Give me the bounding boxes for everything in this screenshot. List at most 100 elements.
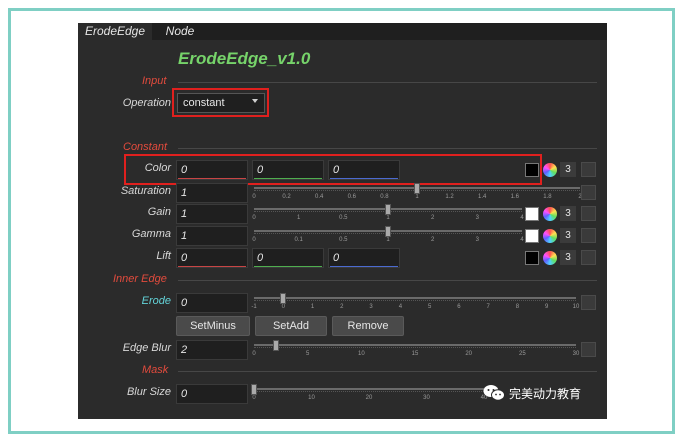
gain-row: Gain 1 0 1 0.5 1 2 3 4 3 xyxy=(78,204,607,226)
slider-tick-label: 0 xyxy=(281,304,285,310)
slider-handle[interactable] xyxy=(385,204,391,215)
blur-size-field[interactable]: 0 xyxy=(176,384,248,404)
slider-tick-label: 0.4 xyxy=(315,194,324,200)
slider-tick-label: 4 xyxy=(520,215,524,221)
node-title: ErodeEdge_v1.0 xyxy=(178,49,311,68)
slider-tick-label: 0.5 xyxy=(339,237,348,243)
gamma-field[interactable]: 1 xyxy=(176,226,248,246)
slider-handle[interactable] xyxy=(414,183,420,194)
saturation-slider[interactable]: 0 0.2 0.4 0.6 0.8 1 1.2 1.4 1.6 1.8 2 xyxy=(252,183,582,205)
gain-field[interactable]: 1 xyxy=(176,204,248,224)
slider-tick-label: 3 xyxy=(475,237,479,243)
slider-handle[interactable] xyxy=(251,384,257,395)
slider-tick-label: 25 xyxy=(518,351,526,357)
slider-tick-label: 1.2 xyxy=(445,194,454,200)
tab-node[interactable]: Node xyxy=(152,23,208,40)
divider xyxy=(178,280,597,281)
saturation-value: 1 xyxy=(181,187,188,199)
slider-handle[interactable] xyxy=(385,226,391,237)
slider-tick-label: 8 xyxy=(515,304,520,310)
tab-bar: ErodeEdge Node xyxy=(78,23,607,40)
wechat-icon xyxy=(483,385,505,401)
watermark-text: 完美动力教育 xyxy=(509,386,582,401)
tab-erodeedge[interactable]: ErodeEdge xyxy=(78,23,152,40)
operation-label: Operation xyxy=(122,97,171,109)
erode-field[interactable]: 0 xyxy=(176,293,248,313)
erode-row: Erode 0 -1 0 1 2 3 4 5 6 7 8 9 10 xyxy=(78,293,607,315)
set-minus-button[interactable]: SetMinus xyxy=(176,316,250,336)
lift-r-field[interactable]: 0 xyxy=(176,248,248,268)
operation-row: Operation xyxy=(78,95,607,117)
slider-tick-label: 0.5 xyxy=(339,215,348,221)
section-mask: Mask xyxy=(78,364,607,378)
edge-blur-row: Edge Blur 2 0 5 10 15 20 25 30 xyxy=(78,340,607,362)
slider-tick-label: 0.1 xyxy=(294,237,303,243)
saturation-row: Saturation 1 0 0.2 0.4 0.6 0.8 1 1.2 1.4 1.6 1.8 2 xyxy=(78,183,607,205)
saturation-label: Saturation xyxy=(120,185,171,197)
slider-tick-label: 20 xyxy=(465,351,472,357)
gamma-row: Gamma 1 0 0.1 0.5 1 2 3 4 3 xyxy=(78,226,607,248)
gain-slider[interactable]: 0 1 0.5 1 2 3 4 xyxy=(252,204,524,226)
lift-b-value: 0 xyxy=(333,252,340,264)
saturation-field[interactable]: 1 xyxy=(176,183,248,203)
channel-count-button[interactable]: 3 xyxy=(560,228,576,243)
gain-value: 1 xyxy=(181,208,188,220)
slider-tick-label: 2 xyxy=(430,237,435,243)
curve-icon[interactable] xyxy=(581,342,596,357)
blur-size-value: 0 xyxy=(181,388,188,400)
slider-tick-label: 30 xyxy=(572,351,580,357)
lift-g-field[interactable]: 0 xyxy=(252,248,324,268)
curve-icon[interactable] xyxy=(581,162,596,177)
lift-swatch[interactable] xyxy=(525,251,539,265)
curve-icon[interactable] xyxy=(581,206,596,221)
edge-blur-label: Edge Blur xyxy=(122,342,171,354)
channel-count-button[interactable]: 3 xyxy=(560,162,576,177)
slider-tick-label: 0.2 xyxy=(282,194,291,200)
channel-count-button[interactable]: 3 xyxy=(560,206,576,221)
slider-tick-label: 0 xyxy=(252,351,256,357)
blur-size-label: Blur Size xyxy=(126,386,171,398)
erode-slider[interactable]: -1 0 1 2 3 4 5 6 7 8 9 10 xyxy=(251,293,579,315)
gamma-slider[interactable]: 0 0.1 0.5 1 2 3 4 xyxy=(252,226,524,248)
properties-panel: ErodeEdge Node ErodeEdge_v1.0 Input Oper… xyxy=(78,23,607,419)
divider xyxy=(178,148,597,149)
erode-label: Erode xyxy=(141,295,171,307)
blur-size-slider[interactable]: 0 10 20 30 40 xyxy=(251,384,487,406)
slider-handle[interactable] xyxy=(280,293,287,304)
slider-tick-label: 1 xyxy=(415,194,419,200)
slider-tick-label: 10 xyxy=(357,351,365,357)
slider-tick-label: 6 xyxy=(457,304,461,310)
curve-icon[interactable] xyxy=(581,228,596,243)
remove-button[interactable]: Remove xyxy=(332,316,404,336)
slider-tick-label: 5 xyxy=(427,304,432,310)
color-wheel-icon[interactable] xyxy=(543,163,557,177)
lift-row: Lift 0 0 0 3 xyxy=(78,248,607,270)
slider-tick-label: 30 xyxy=(423,395,430,401)
curve-icon[interactable] xyxy=(581,250,596,265)
slider-tick-label: 1.4 xyxy=(478,194,487,200)
curve-icon[interactable] xyxy=(581,185,596,200)
lift-b-field[interactable]: 0 xyxy=(328,248,400,268)
color-wheel-icon[interactable] xyxy=(543,251,557,265)
channel-count-button[interactable]: 3 xyxy=(560,250,576,265)
edge-blur-field[interactable]: 2 xyxy=(176,340,248,360)
edge-blur-slider[interactable]: 0 5 10 15 20 25 30 xyxy=(252,340,579,362)
slider-tick-label: 10 xyxy=(308,395,315,401)
set-add-button[interactable]: SetAdd xyxy=(255,316,327,336)
gamma-swatch[interactable] xyxy=(525,229,539,243)
slider-handle[interactable] xyxy=(272,340,279,351)
curve-icon[interactable] xyxy=(581,295,596,310)
color-wheel-icon[interactable] xyxy=(543,229,557,243)
color-wheel-icon[interactable] xyxy=(543,207,557,221)
slider-tick-label: 2 xyxy=(340,304,344,310)
slider-tick-label: -1 xyxy=(251,304,257,310)
section-inner-edge: Inner Edge xyxy=(78,273,607,287)
slider-tick-label: 0 xyxy=(252,215,256,221)
highlight-box-operation xyxy=(172,88,269,117)
slider-tick-label: 1 xyxy=(310,304,315,310)
lift-label: Lift xyxy=(156,250,171,262)
gamma-value: 1 xyxy=(181,230,188,242)
slider-tick-label: 20 xyxy=(365,395,373,401)
slider-tick-label: 0 xyxy=(252,395,256,401)
gain-swatch[interactable] xyxy=(525,207,539,221)
